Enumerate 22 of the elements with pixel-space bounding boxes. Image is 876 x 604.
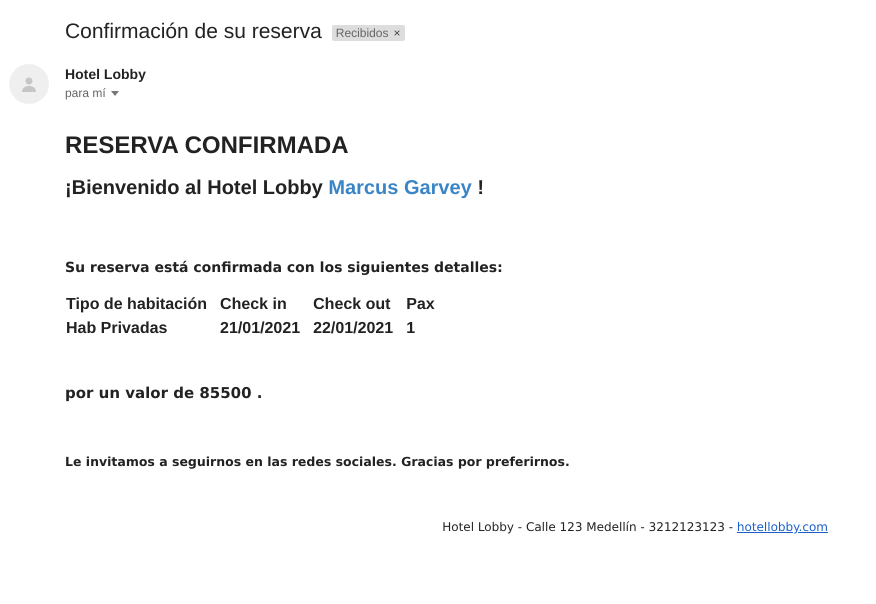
website-link[interactable]: hotellobby.com	[736, 520, 828, 534]
caret-icon[interactable]	[110, 90, 119, 96]
column-header: Pax	[406, 296, 436, 314]
closing-text: Le invitamos a seguirnos en las redes sociales. Gracias por preferirnos.	[65, 454, 571, 469]
table-cell-text: Hab Privadas	[66, 320, 168, 338]
column-header: Check out	[313, 296, 392, 314]
email-subject: Confirmación de su reserva	[65, 20, 322, 44]
footer-text: Hotel Lobby - Calle 123 Medellín - 3212123123 - hotellobby.com	[441, 520, 828, 534]
table-cell-text: 22/01/2021	[313, 320, 394, 338]
confirmation-heading: RESERVA CONFIRMADA	[65, 132, 350, 160]
recipient-text: para mí	[65, 86, 106, 100]
column-header: Check in	[220, 296, 288, 314]
details-intro: Su reserva está confirmada con los siguientes detalles:	[65, 260, 504, 276]
sender-name: Hotel Lobby	[65, 66, 146, 82]
table-cell-text: 21/01/2021	[220, 320, 302, 338]
price-text: por un valor de 85500 .	[65, 384, 264, 402]
welcome-greeting: ¡Bienvenido al Hotel Lobby Marcus Garvey !	[65, 177, 485, 200]
remove-label-button[interactable]: ×	[393, 26, 400, 40]
label-text: Recibidos	[336, 26, 388, 40]
person-icon	[21, 76, 37, 92]
column-header: Tipo de habitación	[66, 296, 208, 314]
table-cell-text: 1	[406, 320, 416, 338]
